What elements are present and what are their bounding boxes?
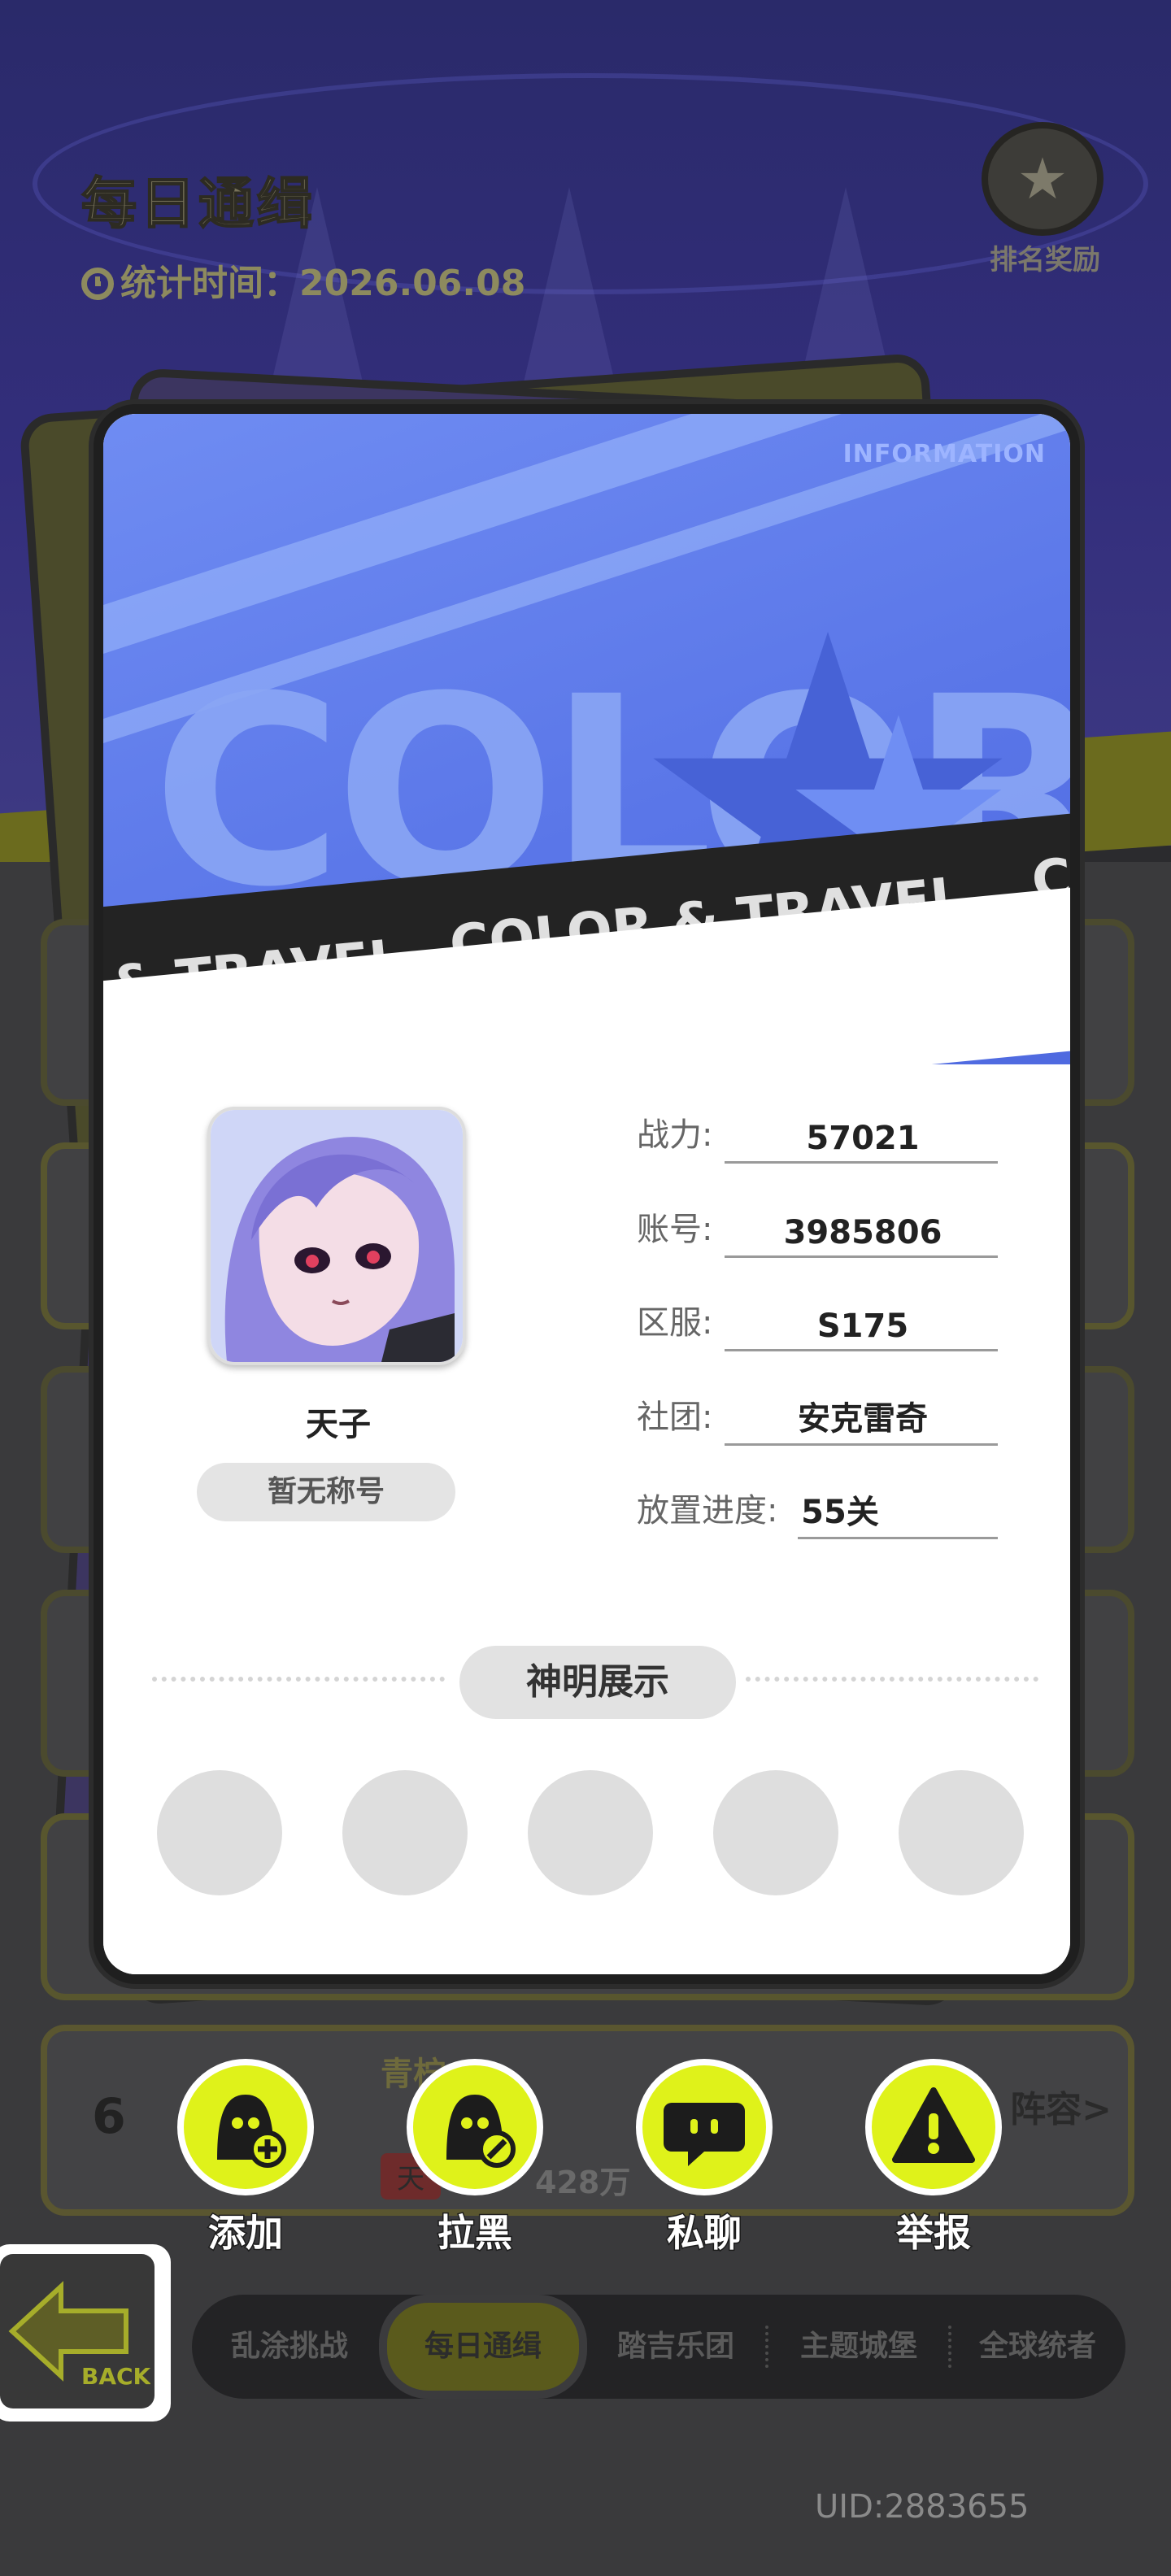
block-user-icon: [407, 2059, 543, 2195]
field-value: S175: [816, 1308, 909, 1345]
deity-section-title: 神明展示: [459, 1646, 736, 1719]
tab-global-ruler[interactable]: 全球统者: [956, 2295, 1119, 2399]
rank-number: 6: [92, 2088, 126, 2145]
bottom-tab-bar: 乱涂挑战 每日通缉 踏吉乐团 主题城堡 全球统者: [192, 2295, 1125, 2399]
deity-slot[interactable]: [899, 1770, 1024, 1895]
field-club: 社团: 安克雷奇: [637, 1389, 1070, 1446]
private-chat-button[interactable]: 私聊: [636, 2059, 773, 2256]
banner-info-text: INFORMATION: [842, 440, 1046, 468]
back-arrow-icon: BACK: [0, 2254, 155, 2408]
field-underline: [725, 1161, 998, 1164]
field-underline: [725, 1349, 998, 1351]
tab-band[interactable]: 踏吉乐团: [590, 2295, 761, 2399]
rank-reward-button[interactable]: ★ 排名奖励: [972, 122, 1118, 276]
back-label: BACK: [81, 2363, 150, 2390]
tab-daily-wanted[interactable]: 每日通缉: [379, 2295, 587, 2399]
field-power: 战力: 57021: [637, 1107, 1070, 1164]
tab-separator: [948, 2326, 951, 2368]
field-label: 战力:: [637, 1116, 713, 1154]
avatar-image: [211, 1110, 463, 1362]
tab-theme-castle[interactable]: 主题城堡: [773, 2295, 944, 2399]
chat-bubble-icon: [636, 2059, 773, 2195]
tab-doodle-challenge[interactable]: 乱涂挑战: [200, 2295, 379, 2399]
back-button[interactable]: BACK: [0, 2244, 171, 2422]
add-friend-button[interactable]: 添加: [177, 2059, 314, 2256]
report-button[interactable]: 举报: [865, 2059, 1002, 2256]
uid-label: UID:2883655: [815, 2488, 1030, 2526]
player-nickname: 天子: [306, 1406, 371, 1443]
avatar[interactable]: [207, 1107, 466, 1365]
field-value: 57021: [806, 1120, 920, 1157]
bounty-value: 428万: [535, 2165, 631, 2200]
divider: [746, 1677, 1038, 1682]
page-title: 每日通缉: [81, 172, 316, 237]
field-underline: [725, 1255, 998, 1258]
field-server: 区服: S175: [637, 1295, 1070, 1351]
field-idle-progress: 放置进度: 55关: [637, 1482, 1070, 1539]
lineup-link: 阵容>: [1010, 2089, 1112, 2130]
field-label: 账号:: [637, 1211, 713, 1248]
block-user-button[interactable]: 拉黑: [407, 2059, 543, 2256]
rank-reward-label: 排名奖励: [990, 244, 1100, 276]
clock-icon: [81, 268, 114, 300]
field-account: 账号: 3985806: [637, 1201, 1070, 1258]
private-chat-label: 私聊: [666, 2210, 743, 2256]
field-label: 社团:: [637, 1399, 713, 1436]
divider: [152, 1677, 445, 1682]
field-value: 安克雷奇: [798, 1400, 928, 1438]
trophy-icon: ★: [982, 122, 1104, 236]
player-info-card: COLOR ★ ★ INFORMATION & TRAVEL COLOR & T…: [94, 404, 1080, 1984]
field-underline: [725, 1443, 998, 1446]
stat-time-value: 2026.06.08: [299, 263, 526, 304]
warning-icon: [865, 2059, 1002, 2195]
report-label: 举报: [895, 2210, 973, 2256]
field-label: 放置进度:: [637, 1492, 778, 1530]
block-user-label: 拉黑: [437, 2210, 514, 2256]
field-label: 区服:: [637, 1304, 713, 1342]
deity-slot[interactable]: [713, 1770, 838, 1895]
stat-time-label: 统计时间：: [120, 263, 299, 304]
stat-time: 统计时间：2026.06.08: [81, 254, 525, 306]
field-value: 3985806: [783, 1214, 942, 1251]
player-title-badge: 暂无称号: [197, 1463, 455, 1521]
add-friend-icon: [177, 2059, 314, 2195]
field-value: 55关: [801, 1494, 879, 1531]
deity-slot[interactable]: [157, 1770, 282, 1895]
field-underline: [798, 1537, 998, 1539]
deity-slot[interactable]: [342, 1770, 468, 1895]
add-friend-label: 添加: [207, 2210, 285, 2256]
deity-slot[interactable]: [528, 1770, 653, 1895]
tab-separator: [765, 2326, 768, 2368]
